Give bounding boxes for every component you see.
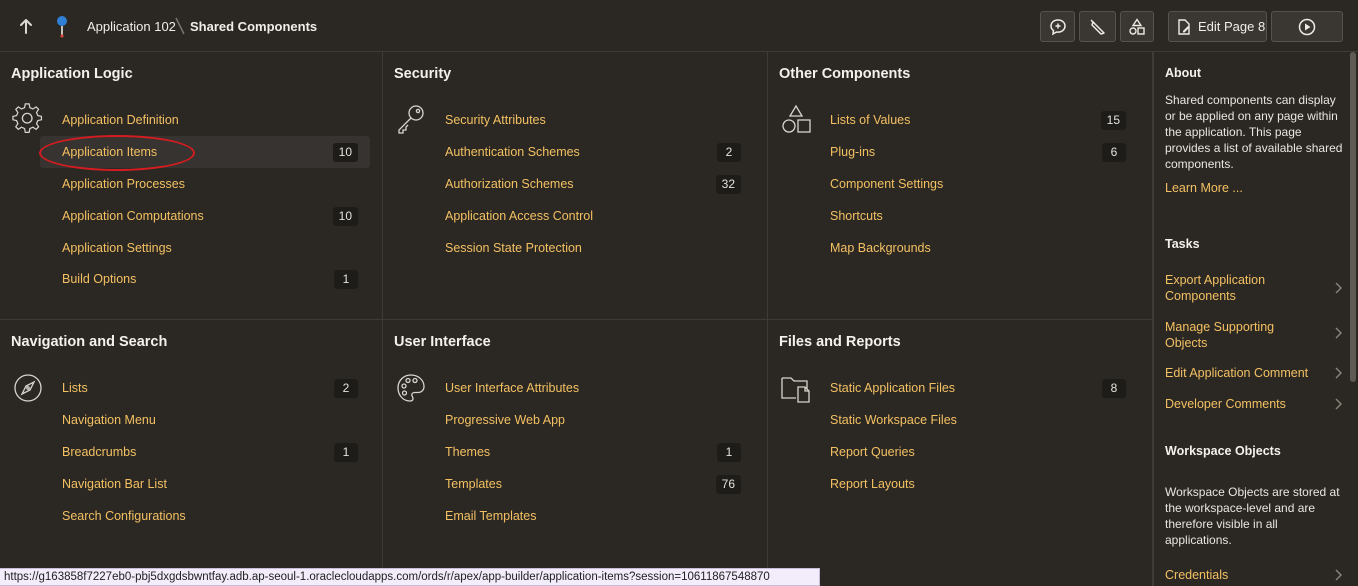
chevron-right-icon bbox=[1335, 282, 1342, 294]
panel-user-interface: User Interface User Interface Attributes… bbox=[383, 320, 768, 586]
list-item[interactable]: User Interface Attributes bbox=[423, 372, 753, 404]
run-page-button[interactable] bbox=[1271, 11, 1343, 42]
list-item[interactable]: Map Backgrounds bbox=[808, 232, 1138, 264]
workspace-objects-text: Workspace Objects are stored at the work… bbox=[1165, 485, 1340, 547]
about-text: Shared components can display or be appl… bbox=[1165, 93, 1343, 171]
list-item[interactable]: Lists of Values 15 bbox=[808, 104, 1138, 136]
list-item[interactable]: Search Configurations bbox=[40, 500, 370, 532]
list-item[interactable]: Templates 76 bbox=[423, 468, 753, 500]
list-item[interactable]: Themes 1 bbox=[423, 436, 753, 468]
list-item[interactable]: Authentication Schemes 2 bbox=[423, 136, 753, 168]
breadcrumb-current: Shared Components bbox=[190, 19, 318, 34]
count-badge: 1 bbox=[334, 270, 358, 289]
count-badge: 6 bbox=[1102, 143, 1126, 162]
edit-page-button[interactable]: Edit Page 8 bbox=[1168, 11, 1267, 42]
count-badge: 2 bbox=[717, 143, 741, 162]
list-item[interactable]: Component Settings bbox=[808, 168, 1138, 200]
list-item[interactable]: Build Options 1 bbox=[40, 263, 370, 295]
list-item[interactable]: Session State Protection bbox=[423, 232, 753, 264]
list-item[interactable]: Lists 2 bbox=[40, 372, 370, 404]
panel-navigation-search: Navigation and Search Lists 2 Navigation … bbox=[0, 320, 383, 586]
count-badge: 76 bbox=[715, 475, 741, 494]
learn-more-link[interactable]: Learn More ... bbox=[1165, 180, 1315, 196]
run-icon bbox=[1298, 18, 1316, 35]
task-manage-supporting-objects[interactable]: Manage Supporting Objects bbox=[1165, 319, 1285, 351]
panel-title: User Interface bbox=[394, 334, 491, 350]
panel-title: Files and Reports bbox=[779, 334, 901, 350]
chevron-right-icon bbox=[1335, 367, 1342, 379]
list-item[interactable]: Application Access Control bbox=[423, 200, 753, 232]
list-item[interactable]: Static Application Files 8 bbox=[808, 372, 1138, 404]
panel-files-reports: Files and Reports Static Application Fil… bbox=[768, 320, 1153, 586]
breadcrumb-application[interactable]: Application 102 bbox=[87, 19, 176, 34]
list-item[interactable]: Authorization Schemes 32 bbox=[423, 168, 753, 200]
list-item[interactable]: Application Computations 10 bbox=[40, 200, 370, 232]
workspace-objects-title: Workspace Objects bbox=[1165, 444, 1281, 458]
count-badge: 32 bbox=[715, 175, 741, 194]
scrollbar-thumb[interactable] bbox=[1350, 52, 1356, 382]
list-item[interactable]: Application Processes bbox=[40, 168, 370, 200]
link-status-bar: https://g163858f7227eb0-pbj5dxgdsbwntfay… bbox=[0, 568, 820, 586]
list-item[interactable]: Breadcrumbs 1 bbox=[40, 436, 370, 468]
task-edit-application-comment[interactable]: Edit Application Comment bbox=[1165, 365, 1330, 381]
breadcrumb-separator bbox=[175, 17, 185, 35]
shared-components-button[interactable] bbox=[1120, 11, 1154, 42]
list-item[interactable]: Application Settings bbox=[40, 232, 370, 264]
task-developer-comments[interactable]: Developer Comments bbox=[1165, 396, 1315, 412]
list-item[interactable]: Shortcuts bbox=[808, 200, 1138, 232]
about-title: About bbox=[1165, 66, 1202, 80]
comments-button[interactable] bbox=[1040, 11, 1075, 42]
panel-other-components: Other Components Lists of Values 15 Plug-… bbox=[768, 52, 1153, 320]
edit-page-icon bbox=[1178, 18, 1190, 35]
panel-title: Navigation and Search bbox=[11, 334, 168, 350]
list-item[interactable]: Static Workspace Files bbox=[808, 404, 1138, 436]
count-badge: 2 bbox=[334, 379, 358, 398]
chevron-right-icon bbox=[1335, 398, 1342, 410]
list-item[interactable]: Report Queries bbox=[808, 436, 1138, 468]
list-item[interactable]: Report Layouts bbox=[808, 468, 1138, 500]
comment-icon bbox=[1049, 18, 1066, 35]
panel-title: Security bbox=[394, 66, 452, 82]
count-badge: 1 bbox=[717, 443, 741, 462]
app-header: Application 102 Shared Components Edit P… bbox=[0, 0, 1358, 52]
panel-security: Security Security Attributes Authenticat… bbox=[383, 52, 768, 320]
count-badge: 1 bbox=[334, 443, 358, 462]
list-item[interactable]: Navigation Bar List bbox=[40, 468, 370, 500]
pen-icon bbox=[1089, 18, 1105, 35]
tasks-title: Tasks bbox=[1165, 237, 1200, 251]
task-export-components[interactable]: Export Application Components bbox=[1165, 272, 1285, 304]
list-item[interactable]: Navigation Menu bbox=[40, 404, 370, 436]
chevron-right-icon bbox=[1335, 569, 1342, 581]
credentials-link[interactable]: Credentials bbox=[1165, 567, 1315, 583]
edit-page-label: Edit Page 8 bbox=[1198, 19, 1266, 34]
map-pin-icon bbox=[52, 12, 72, 40]
count-badge: 10 bbox=[332, 207, 358, 226]
panel-title: Application Logic bbox=[11, 66, 133, 82]
list-item[interactable]: Security Attributes bbox=[423, 104, 753, 136]
quick-sql-button[interactable] bbox=[1079, 11, 1116, 42]
up-arrow-icon[interactable] bbox=[14, 14, 38, 38]
count-badge: 8 bbox=[1102, 379, 1126, 398]
count-badge: 15 bbox=[1100, 111, 1126, 130]
chevron-right-icon bbox=[1335, 327, 1342, 339]
right-sidebar: About Shared components can display or b… bbox=[1153, 52, 1346, 586]
list-item[interactable]: Progressive Web App bbox=[423, 404, 753, 436]
panel-application-logic: Application Logic Application Definition… bbox=[0, 52, 383, 320]
list-item[interactable]: Email Templates bbox=[423, 500, 753, 532]
list-item[interactable]: Plug-ins 6 bbox=[808, 136, 1138, 168]
panel-title: Other Components bbox=[779, 66, 911, 82]
shapes-icon bbox=[1129, 17, 1145, 35]
count-badge: 10 bbox=[332, 143, 358, 162]
list-item[interactable]: Application Definition bbox=[40, 104, 370, 136]
list-item[interactable]: Application Items 10 bbox=[40, 136, 370, 168]
